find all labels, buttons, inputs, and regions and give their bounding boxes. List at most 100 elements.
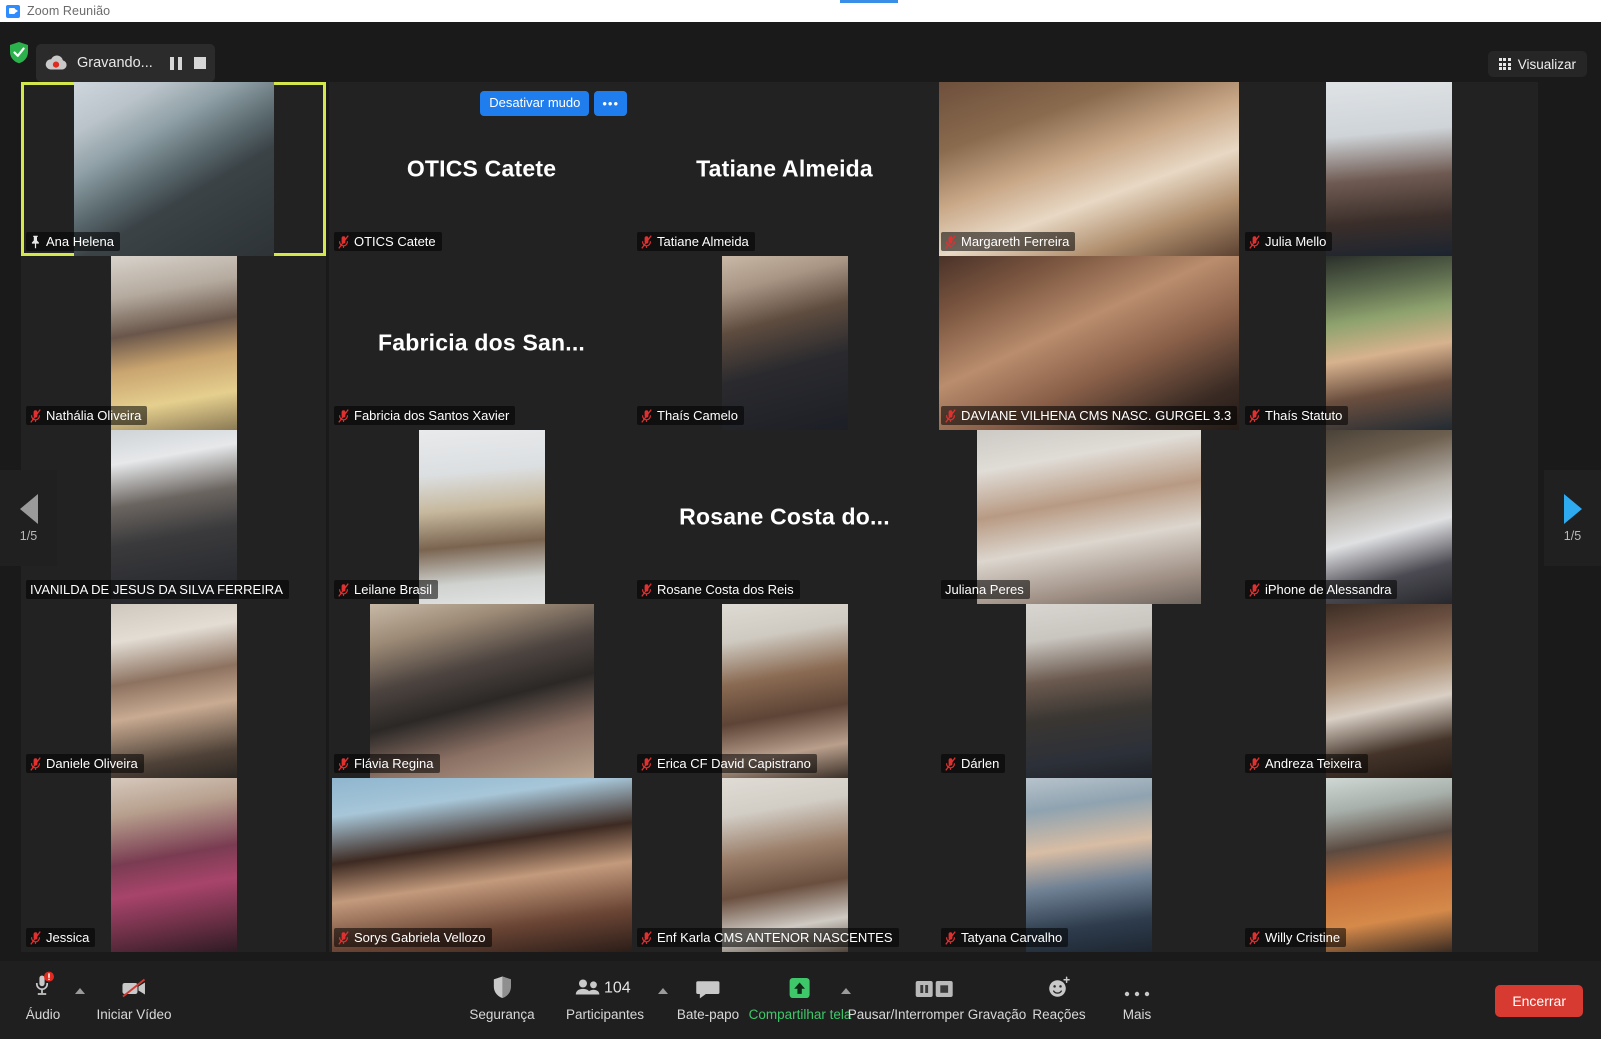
- microphone-muted-icon: [641, 234, 652, 249]
- participant-tile[interactable]: Tatiane Almeida Tatiane Almeida: [632, 82, 937, 256]
- gallery-row: IVANILDA DE JESUS DA SILVA FERREIRA Leila…: [0, 430, 1601, 604]
- chat-bubble-icon: [695, 971, 721, 1001]
- participant-name-bar: Ana Helena: [26, 232, 120, 251]
- participant-name-bar: Margareth Ferreira: [941, 232, 1076, 251]
- participant-name-label: Daniele Oliveira: [46, 756, 138, 771]
- participant-tile[interactable]: Sorys Gabriela Vellozo: [329, 778, 634, 952]
- participant-name-label: Fabricia dos Santos Xavier: [354, 408, 510, 423]
- zoom-meeting-window: Zoom Reunião Gravando... Visualizar Ana …: [0, 0, 1601, 1039]
- participant-name-bar: Thaís Camelo: [637, 406, 744, 425]
- view-button[interactable]: Visualizar: [1487, 51, 1587, 77]
- stop-icon[interactable]: [193, 57, 206, 69]
- share-screen-icon: [786, 971, 814, 1001]
- participant-tile[interactable]: Enf Karla CMS ANTENOR NASCENTES: [632, 778, 937, 952]
- participant-name-label: Jessica: [46, 930, 90, 945]
- participant-tile[interactable]: IVANILDA DE JESUS DA SILVA FERREIRA: [21, 430, 326, 604]
- microphone-muted-icon: [1249, 930, 1260, 945]
- gallery-next-page-button[interactable]: 1/5: [1544, 470, 1601, 566]
- unmute-participant-button[interactable]: Desativar mudo: [480, 91, 590, 116]
- svg-text:104: 104: [604, 980, 631, 997]
- pause-icon[interactable]: [169, 56, 182, 70]
- microphone-muted-icon: [338, 930, 349, 945]
- meeting-controls-toolbar: Áudio Iniciar Vídeo Segurança 104 Participan…: [0, 961, 1601, 1039]
- participant-name-label: Margareth Ferreira: [961, 234, 1070, 249]
- toolbar-more-button[interactable]: Mais: [1110, 971, 1164, 1022]
- toolbar-share-button[interactable]: Compartilhar tela: [749, 971, 851, 1022]
- participant-name-label: Sorys Gabriela Vellozo: [354, 930, 486, 945]
- participant-name-label: Enf Karla CMS ANTENOR NASCENTES: [657, 930, 893, 945]
- toolbar-reactions-button[interactable]: Reações: [1032, 971, 1086, 1022]
- participant-tile[interactable]: Dárlen: [936, 604, 1241, 778]
- participant-tile[interactable]: Daniele Oliveira: [21, 604, 326, 778]
- toolbar-chat-button[interactable]: Bate-papo: [677, 971, 739, 1022]
- gallery-row: Nathália Oliveira Fabricia dos San... Fabr…: [0, 256, 1601, 430]
- toolbar-record-button[interactable]: Pausar/Interromper Gravação: [848, 971, 1026, 1022]
- participant-tile[interactable]: Erica CF David Capistrano: [632, 604, 937, 778]
- participant-name-label: Tatiane Almeida: [657, 234, 749, 249]
- participant-name-bar: Andreza Teixeira: [1245, 754, 1368, 773]
- participant-name-label: Andreza Teixeira: [1265, 756, 1362, 771]
- participant-tile[interactable]: OTICS Catete Desativar mudo ••• OTICS Catet…: [329, 82, 634, 256]
- participant-video: [721, 778, 848, 952]
- participant-name-label: Willy Cristine: [1265, 930, 1341, 945]
- microphone-muted-icon: [945, 408, 956, 423]
- toolbar-participants-label: Participantes: [565, 1007, 645, 1022]
- participant-name-label: Juliana Peres: [945, 582, 1024, 597]
- participant-tile[interactable]: Rosane Costa do... Rosane Costa dos Reis: [632, 430, 937, 604]
- participant-video: [110, 604, 237, 778]
- participant-tile[interactable]: Tatyana Carvalho: [936, 778, 1241, 952]
- participant-video: [938, 82, 1239, 256]
- window-tab-indicator: [840, 0, 1055, 3]
- participant-video: [1025, 778, 1152, 952]
- shield-check-icon[interactable]: [9, 41, 29, 64]
- participant-name-bar: DAVIANE VILHENA CMS NASC. GURGEL 3.3: [941, 406, 1237, 425]
- zoom-logo-icon: [6, 4, 20, 18]
- participant-name-label: Tatyana Carvalho: [961, 930, 1063, 945]
- participant-name-label: Leilane Brasil: [354, 582, 433, 597]
- toolbar-video-button[interactable]: Iniciar Vídeo: [96, 971, 172, 1022]
- participant-tile[interactable]: Jessica: [21, 778, 326, 952]
- participant-tile[interactable]: Ana Helena: [21, 82, 326, 256]
- gallery-row: Ana Helena OTICS Catete Desativar mudo ••• O…: [0, 82, 1601, 256]
- participant-tile[interactable]: Willy Cristine: [1240, 778, 1538, 952]
- participant-tile[interactable]: Fabricia dos San... Fabricia dos Santos X…: [329, 256, 634, 430]
- participant-name-label: Nathália Oliveira: [46, 408, 142, 423]
- participant-video: [110, 778, 237, 952]
- gallery-prev-page-button[interactable]: 1/5: [0, 470, 57, 566]
- participant-tile[interactable]: Thaís Camelo: [632, 256, 937, 430]
- microphone-muted-icon: [641, 930, 652, 945]
- participant-video: [1326, 82, 1452, 256]
- participant-tile[interactable]: iPhone de Alessandra: [1240, 430, 1538, 604]
- participant-video: [110, 256, 237, 430]
- participant-tile[interactable]: Thaís Statuto: [1240, 256, 1538, 430]
- toolbar-participants-button[interactable]: 104 Participantes: [566, 971, 644, 1022]
- end-meeting-button[interactable]: Encerrar: [1495, 985, 1583, 1017]
- toolbar-security-button[interactable]: Segurança: [469, 971, 535, 1022]
- toolbar-audio-button[interactable]: Áudio: [16, 971, 70, 1022]
- tile-more-options-button[interactable]: •••: [594, 91, 627, 116]
- participant-video: [1326, 778, 1452, 952]
- participant-name-label: Ana Helena: [46, 234, 114, 249]
- gallery-row: Daniele Oliveira Flávia Regina Erica CF Da…: [0, 604, 1601, 778]
- chevron-up-icon: [658, 988, 668, 994]
- toolbar-participants-options-caret[interactable]: [658, 988, 668, 994]
- participant-tile[interactable]: Nathália Oliveira: [21, 256, 326, 430]
- participant-tile[interactable]: Julia Mello: [1240, 82, 1538, 256]
- microphone-muted-icon: [338, 582, 349, 597]
- participant-video: [1326, 604, 1452, 778]
- participant-tile[interactable]: Juliana Peres: [936, 430, 1241, 604]
- participant-name-bar: Fabricia dos Santos Xavier: [334, 406, 516, 425]
- participant-name-bar: Erica CF David Capistrano: [637, 754, 817, 773]
- participant-tile[interactable]: Leilane Brasil: [329, 430, 634, 604]
- microphone-muted-icon: [1249, 408, 1260, 423]
- participant-tile[interactable]: Margareth Ferreira: [936, 82, 1241, 256]
- toolbar-audio-options-caret[interactable]: [75, 988, 85, 994]
- participant-tile[interactable]: Andreza Teixeira: [1240, 604, 1538, 778]
- participant-video: [721, 256, 848, 430]
- participant-tile[interactable]: Flávia Regina: [329, 604, 634, 778]
- cloud-record-icon: [44, 54, 68, 72]
- participant-tile[interactable]: DAVIANE VILHENA CMS NASC. GURGEL 3.3: [936, 256, 1241, 430]
- grid-view-icon: [1498, 58, 1511, 70]
- microphone-muted-icon: [1249, 234, 1260, 249]
- toolbar-chat-label: Bate-papo: [676, 1007, 740, 1022]
